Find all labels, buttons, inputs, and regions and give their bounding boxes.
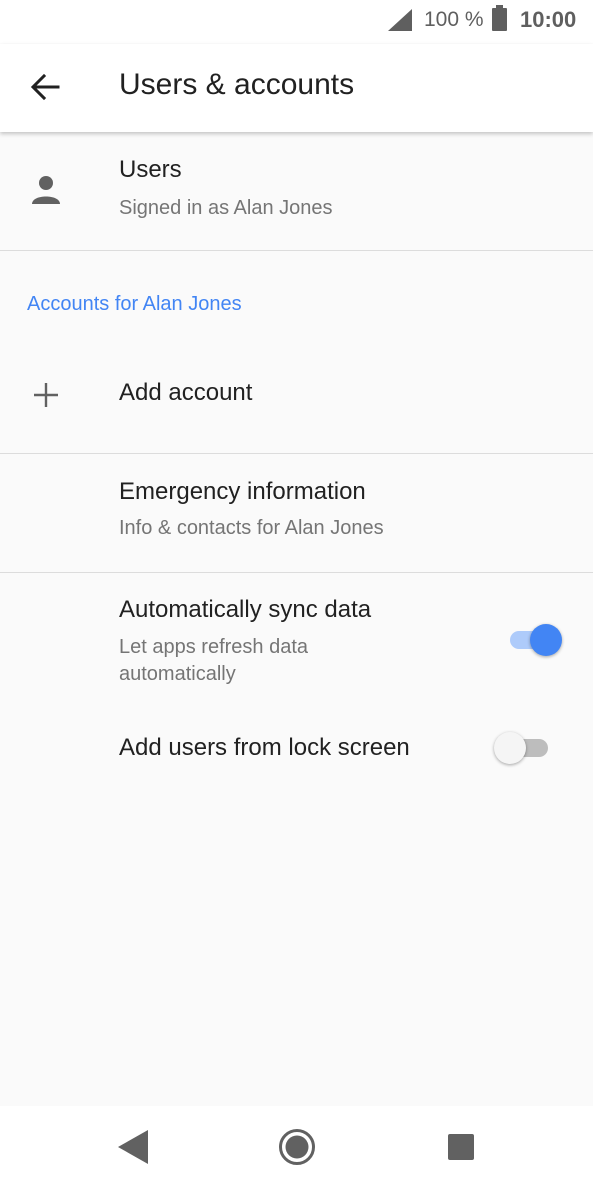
status-bar: 100 % 10:00 xyxy=(0,0,593,44)
add-account-row[interactable]: Add account xyxy=(0,352,593,452)
nav-recents-icon[interactable] xyxy=(448,1134,474,1160)
emergency-information-row[interactable]: Emergency information Info & contacts fo… xyxy=(0,455,593,571)
auto-sync-switch[interactable] xyxy=(508,622,562,658)
switch-thumb xyxy=(494,732,526,764)
navigation-bar xyxy=(0,1106,593,1186)
nav-back-icon[interactable] xyxy=(118,1130,148,1164)
users-title: Users xyxy=(119,156,182,183)
switch-thumb xyxy=(530,624,562,656)
nav-home-icon[interactable] xyxy=(278,1128,316,1166)
page-title: Users & accounts xyxy=(119,68,355,101)
lock-screen-users-switch[interactable] xyxy=(494,730,550,766)
emergency-summary: Info & contacts for Alan Jones xyxy=(119,517,384,539)
emergency-title: Emergency information xyxy=(119,478,366,505)
auto-sync-title: Automatically sync data xyxy=(119,596,372,623)
app-bar: Users & accounts xyxy=(0,44,593,132)
auto-sync-summary: Let apps refresh data automatically xyxy=(119,636,309,685)
auto-sync-row[interactable]: Automatically sync data Let apps refresh… xyxy=(0,574,593,696)
divider xyxy=(0,250,593,251)
cell-signal-icon xyxy=(388,9,412,31)
screen: 100 % 10:00 Users & accounts Users Signe… xyxy=(0,0,593,1186)
users-row[interactable]: Users Signed in as Alan Jones xyxy=(0,134,593,250)
battery-icon xyxy=(492,5,507,31)
divider xyxy=(0,453,593,454)
add-account-title: Add account xyxy=(119,379,253,406)
lock-screen-users-title: Add users from lock screen xyxy=(119,734,410,761)
lock-screen-users-row[interactable]: Add users from lock screen xyxy=(0,706,593,792)
plus-icon xyxy=(34,383,58,407)
person-icon xyxy=(32,176,60,204)
clock: 10:00 xyxy=(520,7,577,32)
accounts-section-header: Accounts for Alan Jones xyxy=(27,293,242,315)
arrow-back-icon[interactable] xyxy=(28,70,62,104)
users-summary: Signed in as Alan Jones xyxy=(119,197,333,219)
battery-percent: 100 % xyxy=(424,8,484,31)
divider xyxy=(0,572,593,573)
